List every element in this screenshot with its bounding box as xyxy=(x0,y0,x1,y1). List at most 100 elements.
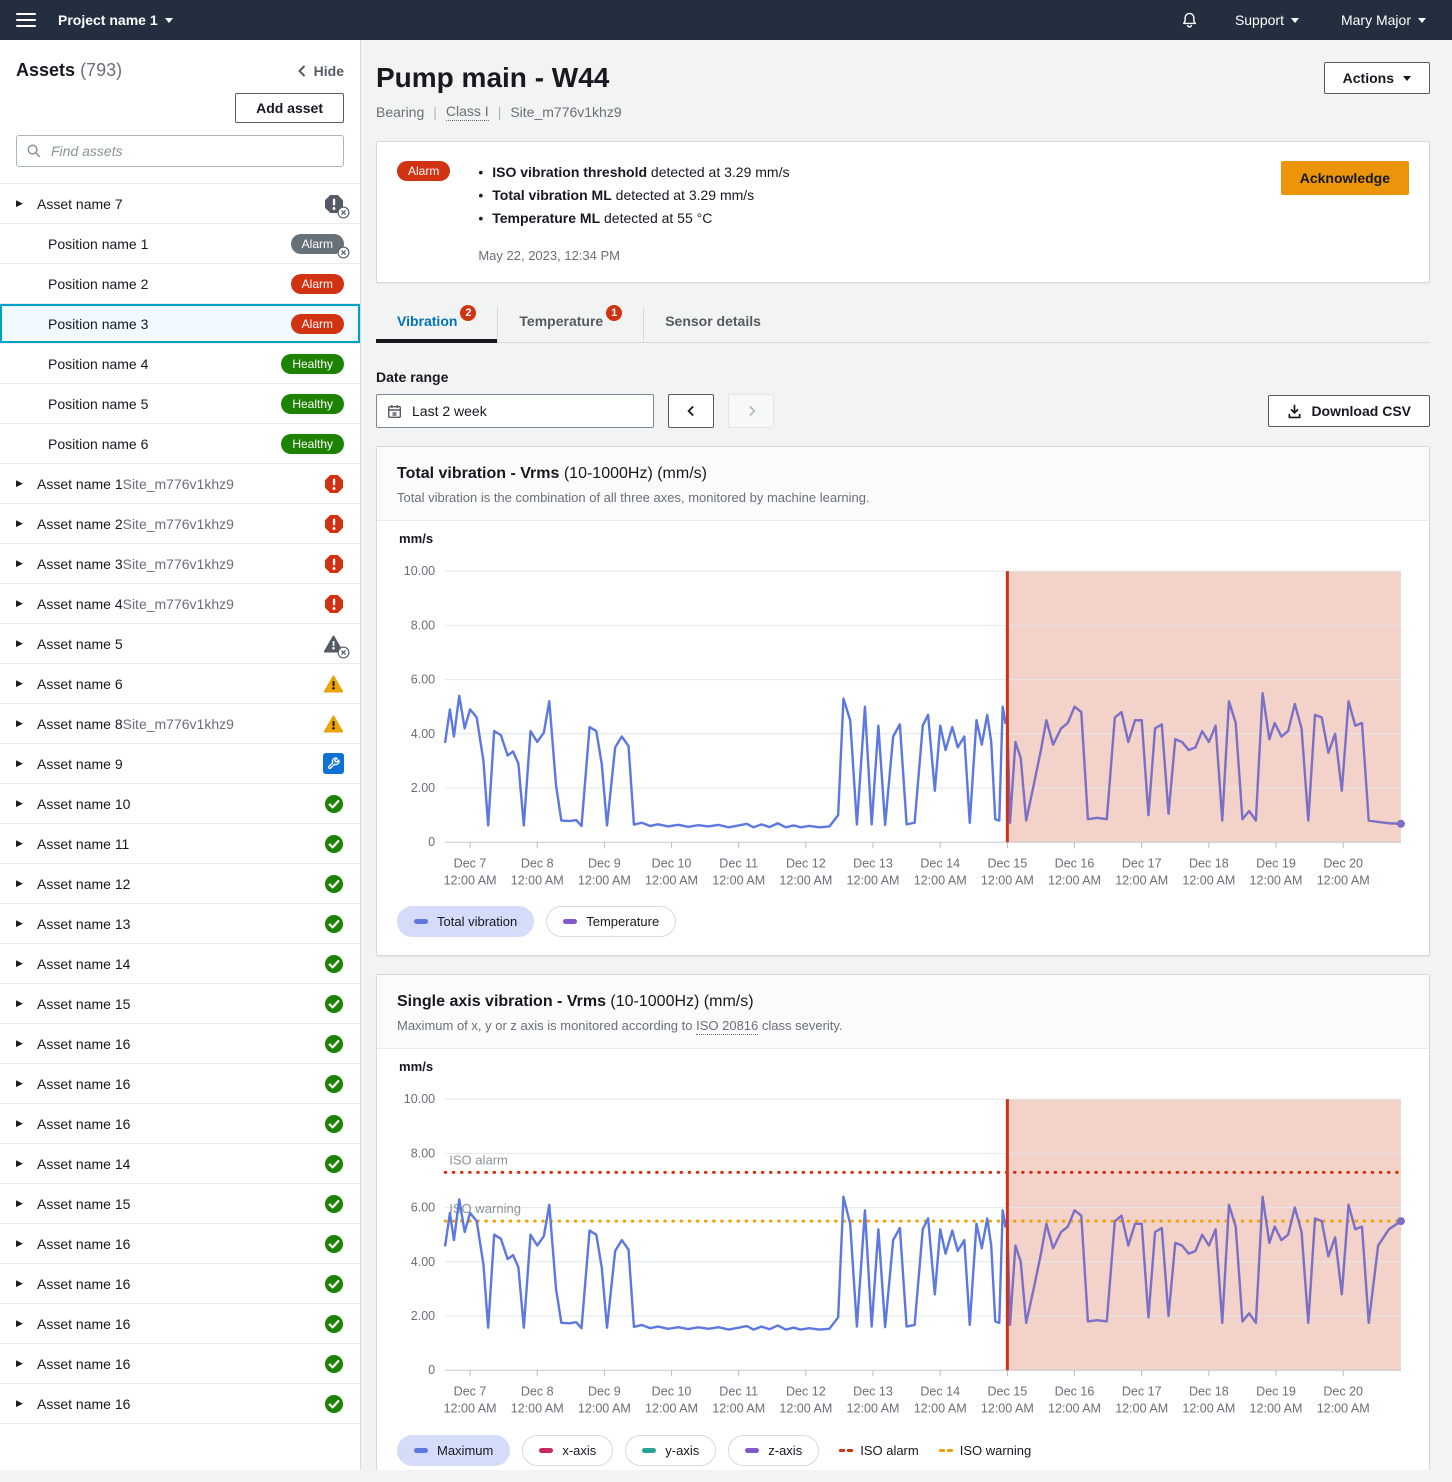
hamburger-menu-icon[interactable] xyxy=(16,13,36,27)
expand-caret-icon[interactable]: ▶ xyxy=(16,1318,28,1329)
acknowledge-button[interactable]: Acknowledge xyxy=(1281,161,1409,195)
legend-pill-total-vibration[interactable]: Total vibration xyxy=(397,906,534,937)
asset-row[interactable]: ▶Asset name 5 xyxy=(0,624,360,664)
expand-caret-icon[interactable]: ▶ xyxy=(16,998,28,1009)
svg-text:12:00 AM: 12:00 AM xyxy=(1250,1402,1303,1416)
actions-button[interactable]: Actions xyxy=(1324,62,1430,94)
asset-row[interactable]: ▶Asset name 16 xyxy=(0,1344,360,1384)
asset-row[interactable]: ▶Asset name 7 xyxy=(0,184,360,224)
svg-text:Dec 18: Dec 18 xyxy=(1189,856,1229,870)
expand-caret-icon[interactable]: ▶ xyxy=(16,718,28,729)
legend-pill-y-axis[interactable]: y-axis xyxy=(625,1435,716,1466)
expand-caret-icon[interactable]: ▶ xyxy=(16,1358,28,1369)
expand-caret-icon[interactable]: ▶ xyxy=(16,1118,28,1129)
support-menu[interactable]: Support xyxy=(1229,11,1305,29)
asset-row[interactable]: ▶Asset name 2Site_m776v1khz9 xyxy=(0,504,360,544)
download-csv-button[interactable]: Download CSV xyxy=(1268,395,1430,427)
asset-row[interactable]: ▶Asset name 15 xyxy=(0,1184,360,1224)
expand-caret-icon[interactable]: ▶ xyxy=(16,558,28,569)
warning-icon xyxy=(323,714,344,734)
acknowledged-x-icon xyxy=(337,246,350,259)
asset-row[interactable]: ▶Asset name 15 xyxy=(0,984,360,1024)
hide-sidebar-button[interactable]: Hide xyxy=(297,63,344,79)
legend-pill-maximum[interactable]: Maximum xyxy=(397,1435,510,1466)
breadcrumb-item-class[interactable]: Class I xyxy=(446,103,489,121)
asset-row[interactable]: ▶Asset name 16 xyxy=(0,1064,360,1104)
threshold-swatch xyxy=(939,1449,953,1452)
position-row[interactable]: Position name 4Healthy xyxy=(0,344,360,384)
expand-caret-icon[interactable]: ▶ xyxy=(16,798,28,809)
asset-row[interactable]: ▶Asset name 3Site_m776v1khz9 xyxy=(0,544,360,584)
expand-caret-icon[interactable]: ▶ xyxy=(16,598,28,609)
expand-caret-icon[interactable]: ▶ xyxy=(16,678,28,689)
add-asset-button[interactable]: Add asset xyxy=(235,93,344,123)
expand-caret-icon[interactable]: ▶ xyxy=(16,1158,28,1169)
expand-caret-icon[interactable]: ▶ xyxy=(16,1398,28,1409)
expand-caret-icon[interactable]: ▶ xyxy=(16,478,28,489)
asset-row[interactable]: ▶Asset name 14 xyxy=(0,944,360,984)
chart-subtitle: Maximum of x, y or z axis is monitored a… xyxy=(397,1018,1409,1033)
previous-period-button[interactable] xyxy=(668,394,714,428)
position-row[interactable]: Position name 3Alarm xyxy=(0,304,360,344)
svg-text:ISO alarm: ISO alarm xyxy=(449,1153,508,1168)
expand-caret-icon[interactable]: ▶ xyxy=(16,638,28,649)
position-row[interactable]: Position name 5Healthy xyxy=(0,384,360,424)
position-row[interactable]: Position name 1Alarm xyxy=(0,224,360,264)
search-input[interactable] xyxy=(16,135,344,167)
expand-caret-icon[interactable]: ▶ xyxy=(16,838,28,849)
asset-row[interactable]: ▶Asset name 16 xyxy=(0,1024,360,1064)
svg-text:Dec 14: Dec 14 xyxy=(920,856,960,870)
notifications-bell-icon[interactable] xyxy=(1180,11,1199,30)
user-menu[interactable]: Mary Major xyxy=(1335,11,1432,29)
tab-temperature[interactable]: Temperature1 xyxy=(497,307,643,342)
tab-sensor-details[interactable]: Sensor details xyxy=(643,307,782,342)
asset-row[interactable]: ▶Asset name 12 xyxy=(0,864,360,904)
iso-20816-link[interactable]: ISO 20816 xyxy=(696,1018,758,1035)
asset-row[interactable]: ▶Asset name 9 xyxy=(0,744,360,784)
legend-pill-temperature[interactable]: Temperature xyxy=(546,906,676,937)
asset-row[interactable]: ▶Asset name 16 xyxy=(0,1264,360,1304)
healthy-check-icon xyxy=(324,1114,344,1134)
expand-caret-icon[interactable]: ▶ xyxy=(16,758,28,769)
vibration-alert-count-badge: 2 xyxy=(460,305,476,321)
expand-caret-icon[interactable]: ▶ xyxy=(16,958,28,969)
expand-caret-icon[interactable]: ▶ xyxy=(16,918,28,929)
expand-caret-icon[interactable]: ▶ xyxy=(16,198,28,209)
expand-caret-icon[interactable]: ▶ xyxy=(16,1238,28,1249)
position-row[interactable]: Position name 2Alarm xyxy=(0,264,360,304)
expand-caret-icon[interactable]: ▶ xyxy=(16,1198,28,1209)
svg-text:2.00: 2.00 xyxy=(411,1310,435,1324)
expand-caret-icon[interactable]: ▶ xyxy=(16,1038,28,1049)
asset-row[interactable]: ▶Asset name 16 xyxy=(0,1104,360,1144)
breadcrumb-item: Bearing xyxy=(376,104,424,120)
asset-row[interactable]: ▶Asset name 4Site_m776v1khz9 xyxy=(0,584,360,624)
next-period-button[interactable] xyxy=(728,394,774,428)
asset-row[interactable]: ▶Asset name 6 xyxy=(0,664,360,704)
expand-caret-icon[interactable]: ▶ xyxy=(16,518,28,529)
tab-vibration[interactable]: Vibration2 xyxy=(376,307,497,342)
asset-row[interactable]: ▶Asset name 8Site_m776v1khz9 xyxy=(0,704,360,744)
asset-name: Asset name 16 xyxy=(37,1316,130,1332)
asset-row[interactable]: ▶Asset name 1Site_m776v1khz9 xyxy=(0,464,360,504)
asset-row[interactable]: ▶Asset name 14 xyxy=(0,1144,360,1184)
asset-row[interactable]: ▶Asset name 16 xyxy=(0,1224,360,1264)
asset-row[interactable]: ▶Asset name 10 xyxy=(0,784,360,824)
expand-caret-icon[interactable]: ▶ xyxy=(16,878,28,889)
expand-caret-icon[interactable]: ▶ xyxy=(16,1078,28,1089)
legend-pill-z-axis[interactable]: z-axis xyxy=(728,1435,819,1466)
legend-pill-x-axis[interactable]: x-axis xyxy=(522,1435,613,1466)
expand-caret-icon[interactable]: ▶ xyxy=(16,1278,28,1289)
asset-list: ▶Asset name 7Position name 1AlarmPositio… xyxy=(0,183,360,1470)
healthy-check-icon xyxy=(324,914,344,934)
acknowledged-x-icon xyxy=(337,206,350,219)
asset-row[interactable]: ▶ Asset name 16 xyxy=(0,1304,360,1344)
date-range-select[interactable]: Last 2 week xyxy=(376,394,654,428)
project-selector[interactable]: Project name 1 xyxy=(52,11,179,29)
svg-text:12:00 AM: 12:00 AM xyxy=(1182,873,1235,887)
position-row[interactable]: Position name 6Healthy xyxy=(0,424,360,464)
asset-row[interactable]: ▶Asset name 16 xyxy=(0,1384,360,1424)
svg-text:12:00 AM: 12:00 AM xyxy=(914,1402,967,1416)
svg-text:12:00 AM: 12:00 AM xyxy=(1317,1402,1370,1416)
asset-row[interactable]: ▶Asset name 11 xyxy=(0,824,360,864)
asset-row[interactable]: ▶Asset name 13 xyxy=(0,904,360,944)
